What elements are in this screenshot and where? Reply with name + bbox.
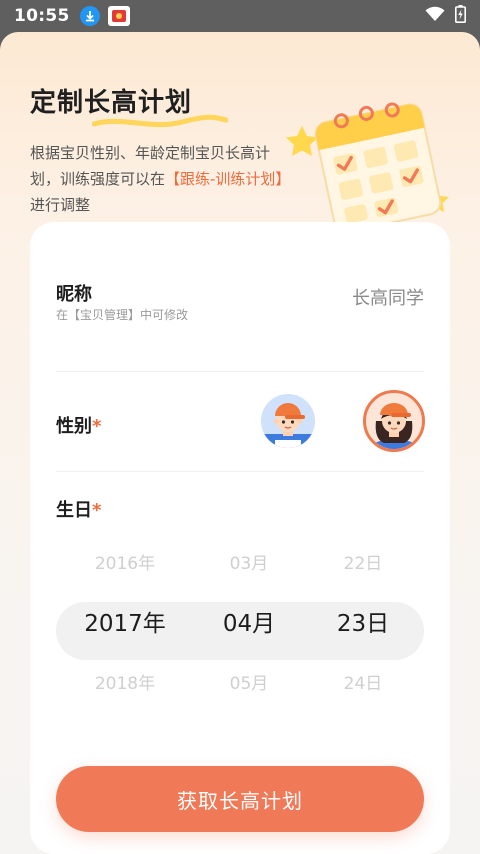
plan-setup-sheet: 定制长高计划 根据宝贝性别、年龄定制宝贝长高计划，训练强度可以在【跟练-训练计划… <box>0 32 480 854</box>
year-wheel[interactable]: 2016年 2017年 2018年 <box>64 552 186 696</box>
battery-charging-icon <box>455 5 466 27</box>
star-icon <box>286 126 318 156</box>
day-wheel[interactable]: 22日 23日 24日 <box>302 552 424 696</box>
day-selected[interactable]: 23日 <box>302 612 424 636</box>
get-plan-button[interactable]: 获取长高计划 <box>56 766 424 832</box>
required-mark: * <box>92 416 102 437</box>
nickname-hint: 在【宝贝管理】中可修改 <box>56 308 189 322</box>
training-plan-link[interactable]: 【跟练-训练计划】 <box>165 170 290 188</box>
birthday-label-text: 生日 <box>56 500 92 521</box>
title-underline-decoration <box>92 114 228 128</box>
app-notification-icon <box>107 6 130 26</box>
status-time: 10:55 <box>14 6 70 26</box>
year-prev[interactable]: 2016年 <box>64 552 186 576</box>
year-selected[interactable]: 2017年 <box>64 612 186 636</box>
birthday-picker[interactable]: 2016年 2017年 2018年 03月 04月 05月 22日 23日 24… <box>56 552 424 704</box>
download-icon <box>79 6 100 26</box>
subtitle-tail: 进行调整 <box>30 196 91 214</box>
boy-avatar-icon <box>261 403 315 448</box>
page-subtitle: 根据宝贝性别、年龄定制宝贝长高计划，训练强度可以在【跟练-训练计划】进行调整 <box>30 140 295 218</box>
month-wheel[interactable]: 03月 04月 05月 <box>188 552 310 696</box>
gender-label-text: 性别 <box>56 416 92 437</box>
gender-label: 性别* <box>56 412 101 438</box>
month-prev[interactable]: 03月 <box>188 552 310 576</box>
nickname-label: 昵称 <box>56 284 92 305</box>
year-next[interactable]: 2018年 <box>64 672 186 696</box>
month-selected[interactable]: 04月 <box>188 612 310 636</box>
day-prev[interactable]: 22日 <box>302 552 424 576</box>
month-next[interactable]: 05月 <box>188 672 310 696</box>
nickname-value: 长高同学 <box>352 288 424 309</box>
wifi-icon <box>425 6 445 26</box>
birthday-label: 生日* <box>56 496 101 522</box>
gender-row: 性别* <box>56 372 425 472</box>
boy-avatar-option[interactable] <box>261 394 315 448</box>
status-bar: 10:55 <box>0 0 480 32</box>
nickname-row[interactable]: 昵称 在【宝贝管理】中可修改 长高同学 <box>56 280 424 372</box>
girl-avatar-icon <box>374 403 414 449</box>
required-mark: * <box>92 500 102 521</box>
girl-avatar-option[interactable] <box>363 390 425 452</box>
day-next[interactable]: 24日 <box>302 672 424 696</box>
